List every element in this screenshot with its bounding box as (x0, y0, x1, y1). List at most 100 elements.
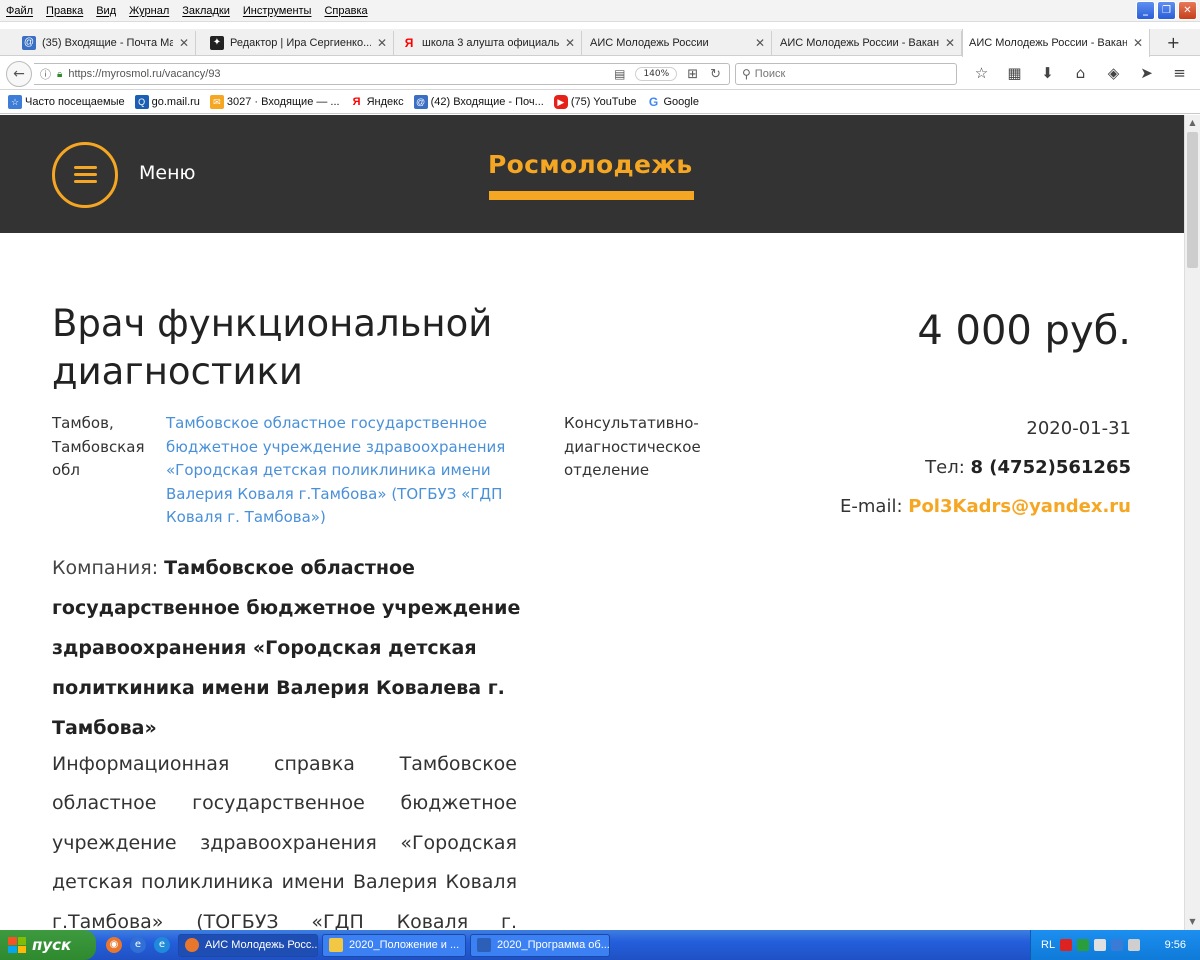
close-tab-icon[interactable]: ✕ (755, 36, 765, 50)
close-tab-icon[interactable]: ✕ (179, 36, 189, 50)
folder-icon (329, 938, 343, 952)
site-logo[interactable]: Росмолодежь (488, 150, 693, 179)
tab-mail[interactable]: @ (35) Входящие - Почта Mai... ✕ (16, 31, 196, 55)
company-block: Компания: Тамбовское областное государст… (52, 548, 522, 748)
youtube-icon: ▶ (553, 95, 568, 109)
maximize-button[interactable]: ❐ (1157, 1, 1176, 20)
scroll-up-icon[interactable]: ▲ (1185, 115, 1200, 131)
start-button[interactable]: пуск (0, 930, 96, 960)
page-scrollbar[interactable]: ▲ ▼ (1184, 115, 1200, 930)
close-button[interactable]: ✕ (1178, 1, 1197, 20)
minimize-button[interactable]: _ (1136, 1, 1155, 20)
menu-view[interactable]: Вид (96, 5, 116, 17)
site-header: Меню Росмолодежь (0, 115, 1184, 233)
hamburger-button[interactable] (52, 142, 118, 208)
google-icon: G (648, 95, 659, 109)
tab-label: АИС Молодежь России (590, 37, 709, 49)
tab-ais-2[interactable]: АИС Молодежь России - Ваканс... ✕ (774, 31, 962, 55)
close-tab-icon[interactable]: ✕ (377, 36, 387, 50)
menu-tools[interactable]: Инструменты (243, 5, 312, 17)
tab-label: (35) Входящие - Почта Mai... (42, 37, 173, 49)
new-tab-button[interactable]: + (1167, 33, 1180, 52)
hamburger-line (74, 180, 97, 183)
tab-ais-1[interactable]: АИС Молодежь России ✕ (584, 31, 772, 55)
home-icon[interactable]: ⌂ (1064, 64, 1097, 82)
scroll-down-icon[interactable]: ▼ (1185, 914, 1200, 930)
security-shield-icon[interactable] (1077, 939, 1090, 951)
vacancy-department: Консультативно-диагностическое отделение (564, 414, 701, 479)
vacancy-title: Врач функциональной диагностики (52, 302, 493, 393)
clock: 9:56 (1164, 939, 1186, 951)
quick-launch: ◉ e e (106, 937, 170, 953)
browser-icon[interactable]: e (130, 937, 146, 953)
bookmark-yandex[interactable]: Я Яндекс (350, 95, 404, 109)
menu-help[interactable]: Справка (324, 5, 367, 17)
search-input[interactable] (754, 68, 935, 80)
task-folder[interactable]: 2020_Положение и ... (322, 933, 466, 957)
zoom-level[interactable]: 140% (635, 67, 678, 81)
url-bar[interactable]: ⓘ 🔒︎ https://myrosmol.ru/vacancy/93 ▤ 14… (34, 63, 730, 85)
task-label: АИС Молодежь Росс... (205, 939, 318, 951)
firefox-icon[interactable]: ◉ (106, 937, 122, 953)
scroll-thumb[interactable] (1187, 132, 1198, 268)
search-icon: ⚲ (742, 67, 751, 81)
ie-icon[interactable]: e (154, 937, 170, 953)
yandex-icon: Я (352, 96, 361, 108)
email-link[interactable]: Pol3Kadrs@yandex.ru (908, 496, 1131, 517)
bookmark-label: (75) YouTube (570, 96, 637, 108)
close-tab-icon[interactable]: ✕ (1133, 36, 1143, 50)
search-bar[interactable]: ⚲ (735, 63, 957, 85)
bookmark-frequent[interactable]: ☆ Часто посещаемые (8, 95, 125, 109)
volume-icon[interactable] (1128, 939, 1141, 951)
windows-flag-icon (8, 937, 26, 953)
bookmark-label: (42) Входящие - Поч... (430, 96, 544, 108)
task-firefox[interactable]: АИС Молодежь Росс... (178, 933, 318, 957)
bookmark-mail-inbox[interactable]: @ (42) Входящие - Поч... (413, 95, 544, 109)
close-tab-icon[interactable]: ✕ (945, 36, 955, 50)
envelope-icon: ✉ (209, 95, 224, 109)
grid-icon[interactable]: ⊞ (687, 67, 698, 82)
email-label: E-mail: (840, 496, 903, 517)
menu-bar: Файл Правка Вид Журнал Закладки Инструме… (0, 0, 1200, 22)
task-word[interactable]: 2020_Программа об... (470, 933, 610, 957)
ati-icon[interactable] (1060, 939, 1073, 951)
menu-edit[interactable]: Правка (46, 5, 83, 17)
task-label: 2020_Программа об... (497, 939, 610, 951)
close-tab-icon[interactable]: ✕ (565, 36, 575, 50)
download-icon[interactable]: ⬇ (1031, 64, 1064, 82)
bookmark-inbox[interactable]: ✉ 3027 · Входящие — ... (209, 95, 340, 109)
menu-label[interactable]: Меню (139, 162, 196, 184)
tray-app-icon[interactable] (1111, 939, 1124, 951)
menu-bookmarks[interactable]: Закладки (182, 5, 230, 17)
bookmark-youtube[interactable]: ▶ (75) YouTube (553, 95, 637, 109)
phone-number[interactable]: 8 (4752)561265 (971, 457, 1132, 478)
contact-phone: Тел: 8 (4752)561265 (925, 457, 1131, 478)
bookmark-google[interactable]: G Google (646, 95, 699, 109)
network-icon[interactable] (1094, 939, 1107, 951)
bookmark-go-mail[interactable]: Q go.mail.ru (134, 95, 200, 109)
pocket-icon[interactable]: ◈ (1097, 64, 1130, 82)
bookmarks-bar: ☆ Часто посещаемые Q go.mail.ru ✉ 3027 ·… (0, 91, 1200, 114)
url-text[interactable]: https://myrosmol.ru/vacancy/93 (68, 68, 614, 80)
phone-label: Тел: (925, 457, 965, 478)
menu-file[interactable]: Файл (6, 5, 33, 17)
menu-history[interactable]: Журнал (129, 5, 169, 17)
back-button[interactable]: ← (6, 61, 32, 87)
reload-icon[interactable]: ↻ (710, 67, 721, 82)
organization-link[interactable]: Тамбовское областное государственное бюд… (166, 412, 554, 530)
library-icon[interactable]: ▦ (998, 64, 1031, 82)
firefox-icon (185, 938, 199, 952)
star-bookmark-icon[interactable]: ☆ (965, 64, 998, 82)
tab-school[interactable]: Я школа 3 алушта официаль... ✕ (396, 31, 582, 55)
yandex-icon: Я (404, 36, 414, 50)
info-icon[interactable]: ⓘ (40, 66, 51, 82)
reader-view-icon[interactable]: ▤ (614, 67, 625, 81)
language-indicator[interactable]: RL (1041, 939, 1055, 951)
send-icon[interactable]: ➤ (1130, 64, 1163, 82)
tab-ais-active[interactable]: АИС Молодежь России - Ваканс... ✕ (962, 29, 1150, 57)
bookmark-label: Часто посещаемые (25, 96, 125, 108)
taskbar: пуск ◉ e e АИС Молодежь Росс... 2020_Пол… (0, 930, 1200, 960)
tab-editor[interactable]: ✦ Редактор | Ира Сергиенко... ✕ (204, 31, 394, 55)
tab-label: АИС Молодежь России - Ваканс... (780, 37, 939, 49)
hamburger-menu-icon[interactable]: ≡ (1163, 64, 1196, 82)
